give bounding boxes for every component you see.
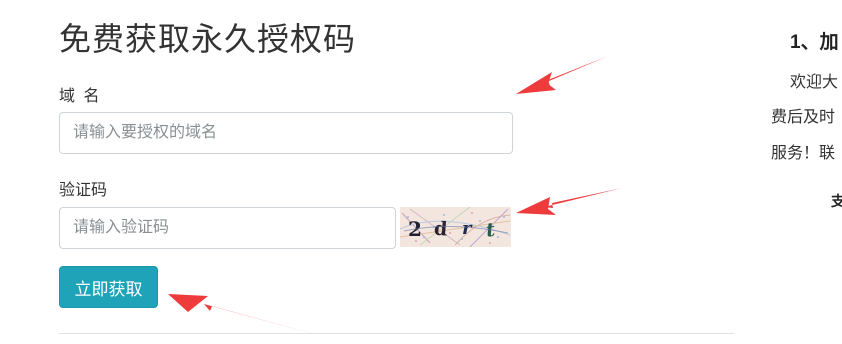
divider <box>59 333 734 334</box>
red-arrow-icon <box>168 294 328 338</box>
captcha-image-graphic: 2 d r t <box>400 207 511 247</box>
red-arrow-icon <box>516 56 608 94</box>
page-title: 免费获取永久授权码 <box>59 21 357 57</box>
page: 免费获取永久授权码 域 名 验证码 <box>0 0 842 344</box>
captcha-char: d <box>433 218 448 241</box>
captcha-char: r <box>462 218 473 239</box>
captcha-image[interactable]: 2 d r t <box>400 207 511 247</box>
side-text-line: 欢迎大 <box>790 74 839 91</box>
domain-input[interactable] <box>59 112 513 154</box>
captcha-input[interactable] <box>59 207 396 249</box>
side-heading: 1、加 <box>790 32 839 53</box>
side-text-line: 费后及时 <box>771 109 836 126</box>
red-arrow-icon <box>516 188 622 215</box>
captcha-label: 验证码 <box>59 182 108 199</box>
side-text-line: 服务！联 <box>771 145 836 162</box>
domain-label: 域 名 <box>59 88 102 105</box>
side-text-line: 支 <box>831 193 842 209</box>
side-panel: 1、加 欢迎大 费后及时 服务！联 支 <box>760 0 842 344</box>
submit-button[interactable]: 立即获取 <box>59 266 158 308</box>
